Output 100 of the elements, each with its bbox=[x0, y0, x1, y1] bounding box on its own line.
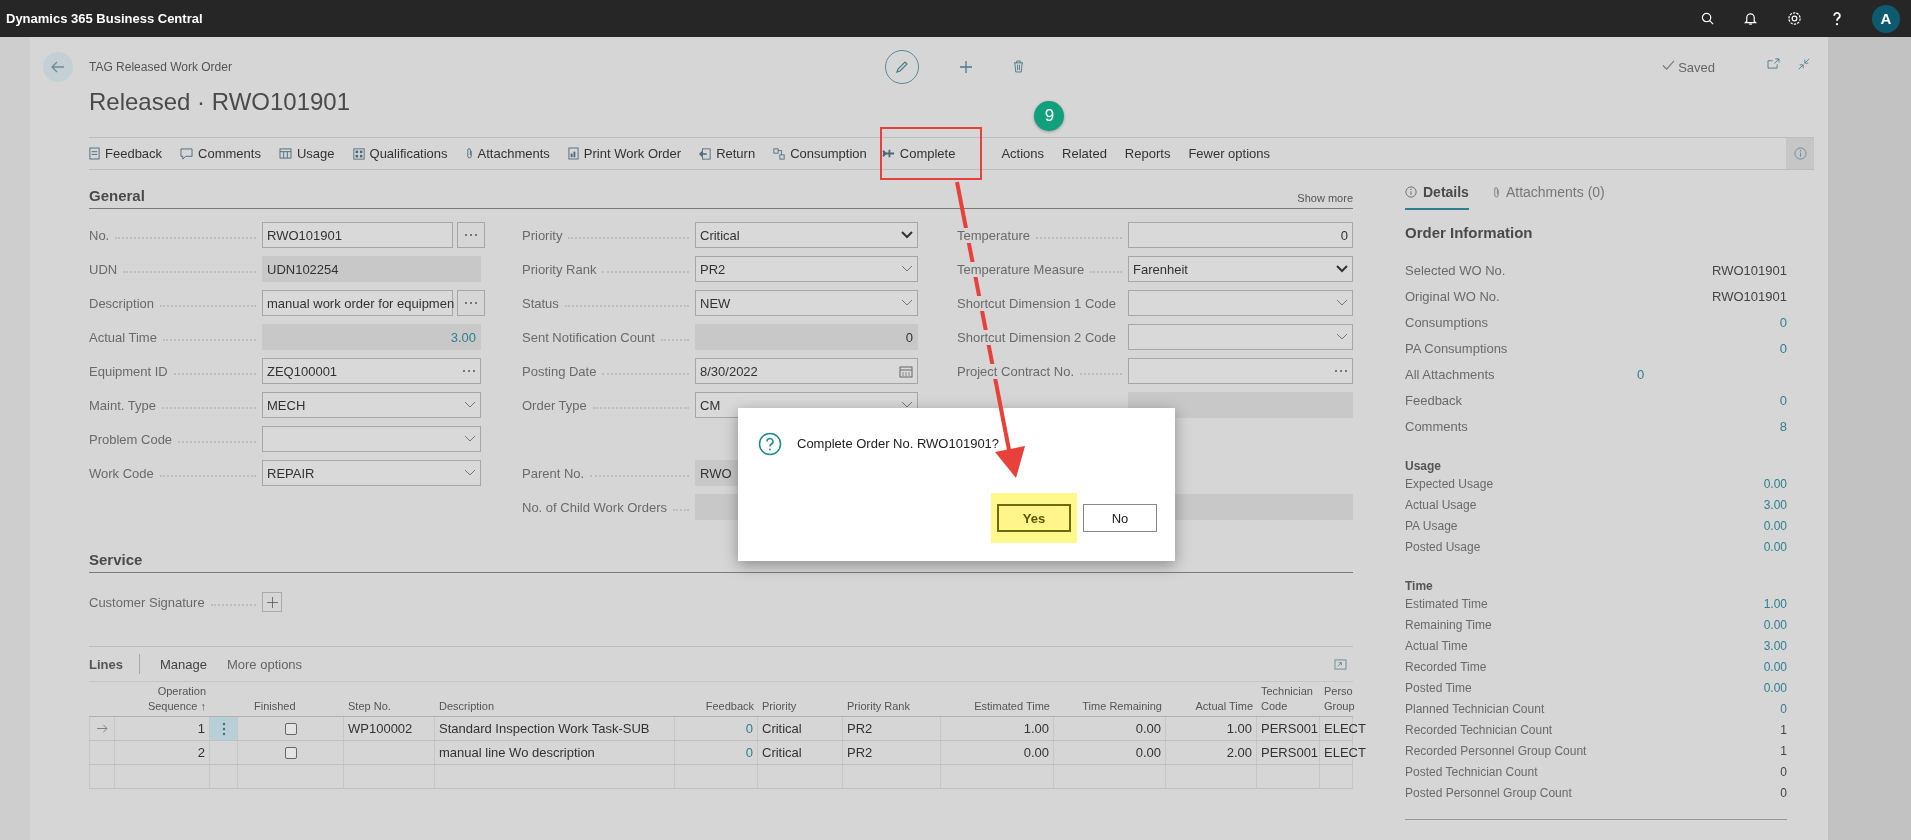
detail-value[interactable]: 0.00 bbox=[1763, 618, 1787, 635]
dropdown-field[interactable]: Critical bbox=[695, 222, 918, 248]
calendar-icon[interactable] bbox=[899, 364, 913, 378]
detail-label: PA Consumptions bbox=[1405, 341, 1508, 358]
detail-value[interactable]: 0 bbox=[1779, 341, 1787, 359]
section-title[interactable]: Service bbox=[89, 551, 143, 568]
section-title[interactable]: Lines bbox=[89, 656, 123, 672]
dropdown-field[interactable]: REPAIR bbox=[262, 460, 481, 486]
detail-value[interactable]: 0 bbox=[1637, 367, 1645, 382]
action-button[interactable]: Usage bbox=[269, 139, 344, 168]
action-button[interactable]: Feedback bbox=[89, 139, 172, 168]
column-header[interactable]: Step No. bbox=[348, 698, 391, 713]
trash-icon[interactable] bbox=[1013, 60, 1024, 73]
detail-value[interactable]: 0.00 bbox=[1763, 519, 1787, 536]
number-field[interactable]: 0 bbox=[1128, 222, 1353, 248]
help-icon[interactable] bbox=[1832, 11, 1842, 26]
action-button[interactable]: Fewer options bbox=[1179, 139, 1280, 168]
vertical-ellipsis-icon[interactable] bbox=[221, 721, 226, 736]
action-button[interactable]: Consumption bbox=[764, 139, 876, 168]
yes-button[interactable]: Yes bbox=[997, 504, 1071, 532]
panel-tab[interactable]: Attachments (0) bbox=[1492, 178, 1605, 210]
detail-label: Posted Time bbox=[1405, 681, 1472, 697]
date-field[interactable]: 8/30/2022 bbox=[695, 358, 918, 384]
more-button[interactable] bbox=[457, 290, 485, 316]
dropdown-field[interactable]: MECH bbox=[262, 392, 481, 418]
table-cell[interactable]: 0 bbox=[745, 721, 753, 736]
column-header[interactable]: Description bbox=[439, 698, 495, 713]
action-button[interactable]: Return bbox=[690, 139, 765, 168]
plus-icon[interactable] bbox=[959, 60, 973, 74]
field-label: Shortcut Dimension 1 Code bbox=[957, 295, 1116, 311]
column-header[interactable]: Estimated Time bbox=[974, 698, 1050, 713]
checkbox[interactable] bbox=[284, 722, 297, 735]
detail-value: 0 bbox=[1780, 765, 1787, 781]
dropdown-field[interactable] bbox=[1128, 290, 1353, 316]
column-header[interactable]: Priority bbox=[762, 698, 797, 713]
expand-icon[interactable] bbox=[1334, 658, 1347, 670]
text-field[interactable]: RWO101901 bbox=[262, 222, 453, 248]
open-in-new-window-icon[interactable] bbox=[1767, 58, 1780, 69]
page-title: Released · RWO101901 bbox=[89, 88, 352, 116]
detail-value[interactable]: 1.00 bbox=[1763, 597, 1787, 614]
lookup-field[interactable]: ZEQ100001 bbox=[262, 358, 481, 384]
bell-icon[interactable] bbox=[1744, 11, 1757, 26]
action-button[interactable]: Print Work Order bbox=[558, 139, 691, 168]
dropdown-field[interactable]: PR2 bbox=[695, 256, 918, 282]
table-cell: PERS001 bbox=[1261, 721, 1319, 736]
detail-value[interactable]: 8 bbox=[1779, 419, 1787, 437]
column-header[interactable]: Time Remaining bbox=[1082, 698, 1162, 713]
search-icon[interactable] bbox=[1701, 12, 1714, 25]
column-header[interactable]: Operation Sequence ↑ bbox=[119, 684, 206, 713]
detail-value[interactable]: 0.00 bbox=[1763, 660, 1787, 677]
no-button[interactable]: No bbox=[1083, 504, 1157, 532]
user-avatar[interactable]: A bbox=[1872, 4, 1900, 33]
more-button[interactable] bbox=[457, 222, 485, 248]
app-title[interactable]: Dynamics 365 Business Central bbox=[6, 11, 203, 26]
action-button[interactable]: Complete bbox=[881, 139, 965, 168]
action-button[interactable]: Actions bbox=[992, 139, 1054, 168]
lines-action[interactable]: Manage bbox=[159, 656, 207, 672]
column-header[interactable]: Technician Code bbox=[1261, 684, 1316, 713]
action-button[interactable]: Qualifications bbox=[343, 139, 457, 168]
detail-label: Planned Technician Count bbox=[1405, 702, 1545, 718]
action-button[interactable]: Reports bbox=[1115, 139, 1180, 168]
detail-value[interactable]: 0.00 bbox=[1763, 681, 1787, 698]
action-button[interactable]: Attachments bbox=[456, 139, 559, 168]
detail-label: Remaining Time bbox=[1405, 618, 1492, 634]
row-marker-cell[interactable] bbox=[89, 717, 115, 740]
lookup-field[interactable] bbox=[1128, 358, 1353, 384]
detail-value[interactable]: 0 bbox=[1780, 702, 1787, 719]
show-more-link[interactable]: Show more bbox=[1297, 192, 1353, 204]
settings-icon[interactable] bbox=[1787, 11, 1802, 26]
column-header[interactable]: Priority Rank bbox=[847, 698, 910, 713]
detail-value[interactable]: 0 bbox=[1779, 315, 1787, 333]
detail-value[interactable]: 3.00 bbox=[1763, 498, 1787, 515]
detail-value[interactable]: 0.00 bbox=[1763, 477, 1787, 494]
text-field[interactable]: manual work order for equipmen bbox=[262, 290, 453, 316]
dropdown-field[interactable]: Farenheit bbox=[1128, 256, 1353, 282]
detail-value[interactable]: 3.00 bbox=[1763, 639, 1787, 656]
back-button[interactable] bbox=[43, 52, 73, 82]
dropdown-field[interactable] bbox=[262, 426, 481, 452]
ellipsis-icon[interactable] bbox=[462, 369, 476, 373]
info-button[interactable] bbox=[1786, 138, 1814, 169]
action-button[interactable]: Related bbox=[1053, 139, 1116, 168]
column-header[interactable]: Feedback bbox=[705, 698, 754, 713]
table-cell[interactable]: 0 bbox=[745, 745, 753, 760]
detail-value[interactable]: 0 bbox=[1779, 393, 1787, 411]
collapse-icon[interactable] bbox=[1798, 58, 1810, 70]
section-title[interactable]: General bbox=[89, 187, 145, 204]
dropdown-field[interactable] bbox=[1128, 324, 1353, 350]
checkbox[interactable] bbox=[284, 746, 297, 759]
table-cell: PR2 bbox=[847, 745, 873, 760]
action-button[interactable]: Comments bbox=[171, 139, 270, 168]
lines-action[interactable]: More options bbox=[226, 656, 303, 672]
column-header[interactable]: Actual Time bbox=[1195, 698, 1253, 713]
panel-tab[interactable]: Details bbox=[1405, 178, 1469, 210]
column-header[interactable]: Finished bbox=[254, 698, 296, 713]
table-cell: manual line Wo description bbox=[439, 745, 595, 760]
column-header[interactable]: Perso Group bbox=[1324, 684, 1355, 713]
detail-value[interactable]: 0.00 bbox=[1763, 540, 1787, 557]
ellipsis-icon[interactable] bbox=[1334, 369, 1348, 373]
dropdown-field[interactable]: NEW bbox=[695, 290, 918, 316]
add-signature-button[interactable] bbox=[262, 592, 282, 612]
